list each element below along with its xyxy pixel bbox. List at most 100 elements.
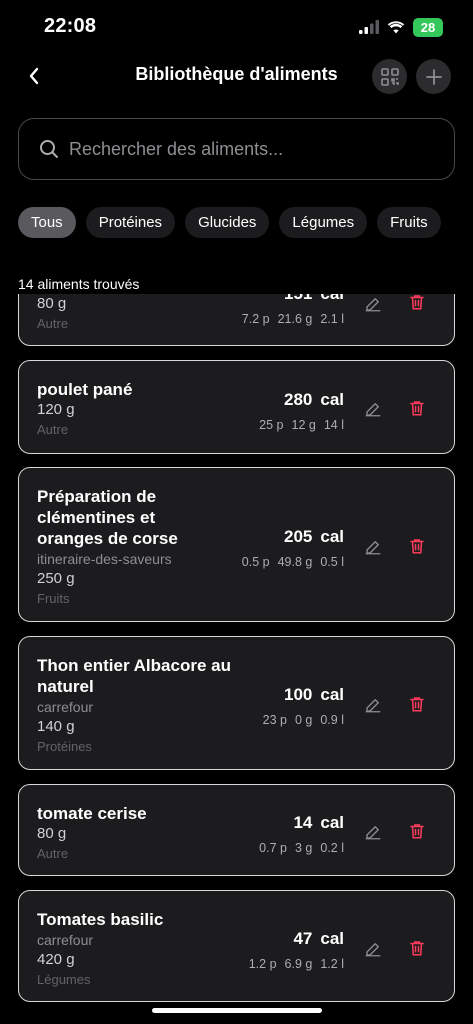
edit-button[interactable]	[362, 938, 384, 960]
plus-icon	[425, 68, 442, 85]
trash-icon	[410, 824, 424, 839]
food-name: Thon entier Albacore au naturel	[37, 656, 231, 696]
food-quantity: 420 g	[37, 951, 75, 968]
food-card[interactable]: Thon entier Albacore au naturel carrefou…	[18, 636, 455, 770]
fat-value: 1.2 l	[320, 957, 344, 971]
food-calories: 14 cal	[293, 813, 344, 832]
food-quantity: 80 g	[37, 295, 67, 312]
food-macros: 1.2 p 6.9 g 1.2 l	[249, 957, 344, 971]
food-name: Tomates basilic	[37, 910, 164, 929]
food-card[interactable]: Préparation de clémentines et oranges de…	[18, 467, 455, 622]
protein-value: 7.2 p	[241, 312, 270, 326]
protein-value: 25 p	[259, 418, 284, 432]
food-macros: 0.5 p 49.8 g 0.5 l	[242, 555, 344, 569]
status-icons: 28	[359, 17, 443, 37]
filter-chip-legumes[interactable]: Légumes	[279, 207, 368, 238]
results-count: 14 aliments trouvés	[18, 276, 140, 292]
food-name: Préparation de clémentines et oranges de…	[37, 487, 178, 548]
food-brand: carrefour	[37, 932, 94, 948]
food-macros: 25 p 12 g 14 l	[259, 418, 344, 432]
food-macros: 0.7 p 3 g 0.2 l	[259, 841, 344, 855]
carbs-value: 0 g	[294, 713, 313, 727]
food-category: Fruits	[37, 591, 70, 606]
food-category: Protéines	[37, 739, 92, 754]
food-category: Légumes	[37, 972, 91, 987]
signal-icon	[359, 20, 379, 34]
search-icon	[40, 140, 58, 158]
filter-chips: Tous Protéines Glucides Légumes Fruits	[18, 207, 473, 238]
home-indicator	[152, 1008, 322, 1013]
fat-value: 0.9 l	[320, 713, 344, 727]
qr-scan-button[interactable]	[372, 59, 407, 94]
trash-icon	[410, 401, 424, 416]
edit-button[interactable]	[362, 398, 384, 420]
carbs-value: 21.6 g	[277, 312, 313, 326]
wifi-icon	[387, 21, 405, 34]
filter-chip-tous[interactable]: Tous	[18, 207, 76, 238]
food-category: Autre	[37, 422, 69, 437]
food-brand: carrefour	[37, 699, 94, 715]
fat-value: 0.5 l	[320, 555, 344, 569]
fat-value: 2.1 l	[320, 312, 344, 326]
fat-value: 0.2 l	[320, 841, 344, 855]
food-brand: itineraire-des-saveurs	[37, 551, 172, 567]
food-card[interactable]: poulet pané 120 g Autre 280 cal 25 p 12 g 1…	[18, 360, 455, 454]
delete-button[interactable]	[406, 820, 428, 842]
protein-value: 0.5 p	[241, 555, 270, 569]
protein-value: 0.7 p	[259, 841, 287, 855]
trash-icon	[410, 295, 424, 310]
edit-pencil-icon	[365, 826, 381, 840]
header-panel: 22:08 28 Bibliothèque d'aliments Recherc…	[0, 0, 473, 294]
edit-button[interactable]	[362, 694, 384, 716]
search-placeholder: Rechercher des aliments...	[69, 138, 284, 159]
edit-button[interactable]	[362, 293, 384, 315]
trash-icon	[410, 941, 424, 956]
food-calories: 205 cal	[283, 527, 344, 546]
edit-pencil-icon	[365, 943, 381, 957]
food-calories: 100 cal	[283, 685, 344, 704]
search-input[interactable]: Rechercher des aliments...	[18, 118, 455, 180]
food-name: poulet pané	[37, 380, 133, 399]
delete-button[interactable]	[406, 937, 428, 959]
delete-button[interactable]	[406, 397, 428, 419]
food-category: Autre	[37, 316, 69, 331]
food-quantity: 140 g	[37, 718, 75, 735]
filter-chip-fruits[interactable]: Fruits	[377, 207, 441, 238]
delete-button[interactable]	[406, 535, 428, 557]
food-card[interactable]: Tomates basilic carrefour 420 g Légumes …	[18, 890, 455, 1002]
battery-indicator: 28	[413, 17, 443, 37]
status-bar: 22:08 28	[0, 0, 473, 52]
carbs-value: 12 g	[291, 418, 316, 432]
protein-value: 23 p	[262, 713, 287, 727]
edit-pencil-icon	[365, 699, 381, 713]
food-quantity: 80 g	[37, 825, 67, 842]
food-calories: 47 cal	[293, 929, 344, 948]
trash-icon	[410, 697, 424, 712]
delete-button[interactable]	[406, 693, 428, 715]
food-calories: 280 cal	[283, 390, 344, 409]
filter-chip-glucides[interactable]: Glucides	[185, 207, 270, 238]
delete-button[interactable]	[406, 291, 428, 313]
edit-pencil-icon	[365, 298, 381, 312]
carbs-value: 6.9 g	[284, 957, 313, 971]
edit-button[interactable]	[362, 821, 384, 843]
edit-pencil-icon	[365, 403, 381, 417]
food-card[interactable]: tomate cerise 80 g Autre 14 cal 0.7 p3 g0…	[18, 784, 455, 876]
status-time: 22:08	[44, 15, 97, 37]
protein-value: 1.2 p	[248, 957, 277, 971]
add-food-button[interactable]	[416, 59, 451, 94]
food-macros: 23 p 0 g 0.9 l	[263, 713, 344, 727]
carbs-value: 3 g	[294, 841, 313, 855]
food-name: tomate cerise	[37, 804, 147, 823]
edit-button[interactable]	[362, 536, 384, 558]
food-macros: 7.2 p 21.6 g 2.1 l	[242, 312, 344, 326]
edit-pencil-icon	[365, 541, 381, 555]
food-quantity: 120 g	[37, 401, 75, 418]
food-quantity: 250 g	[37, 570, 75, 587]
trash-icon	[410, 539, 424, 554]
filter-chip-proteines[interactable]: Protéines	[85, 207, 176, 238]
fat-value: 14 l	[323, 418, 344, 432]
carbs-value: 49.8 g	[277, 555, 313, 569]
qr-code-icon	[380, 67, 399, 86]
food-category: Autre	[37, 846, 69, 861]
